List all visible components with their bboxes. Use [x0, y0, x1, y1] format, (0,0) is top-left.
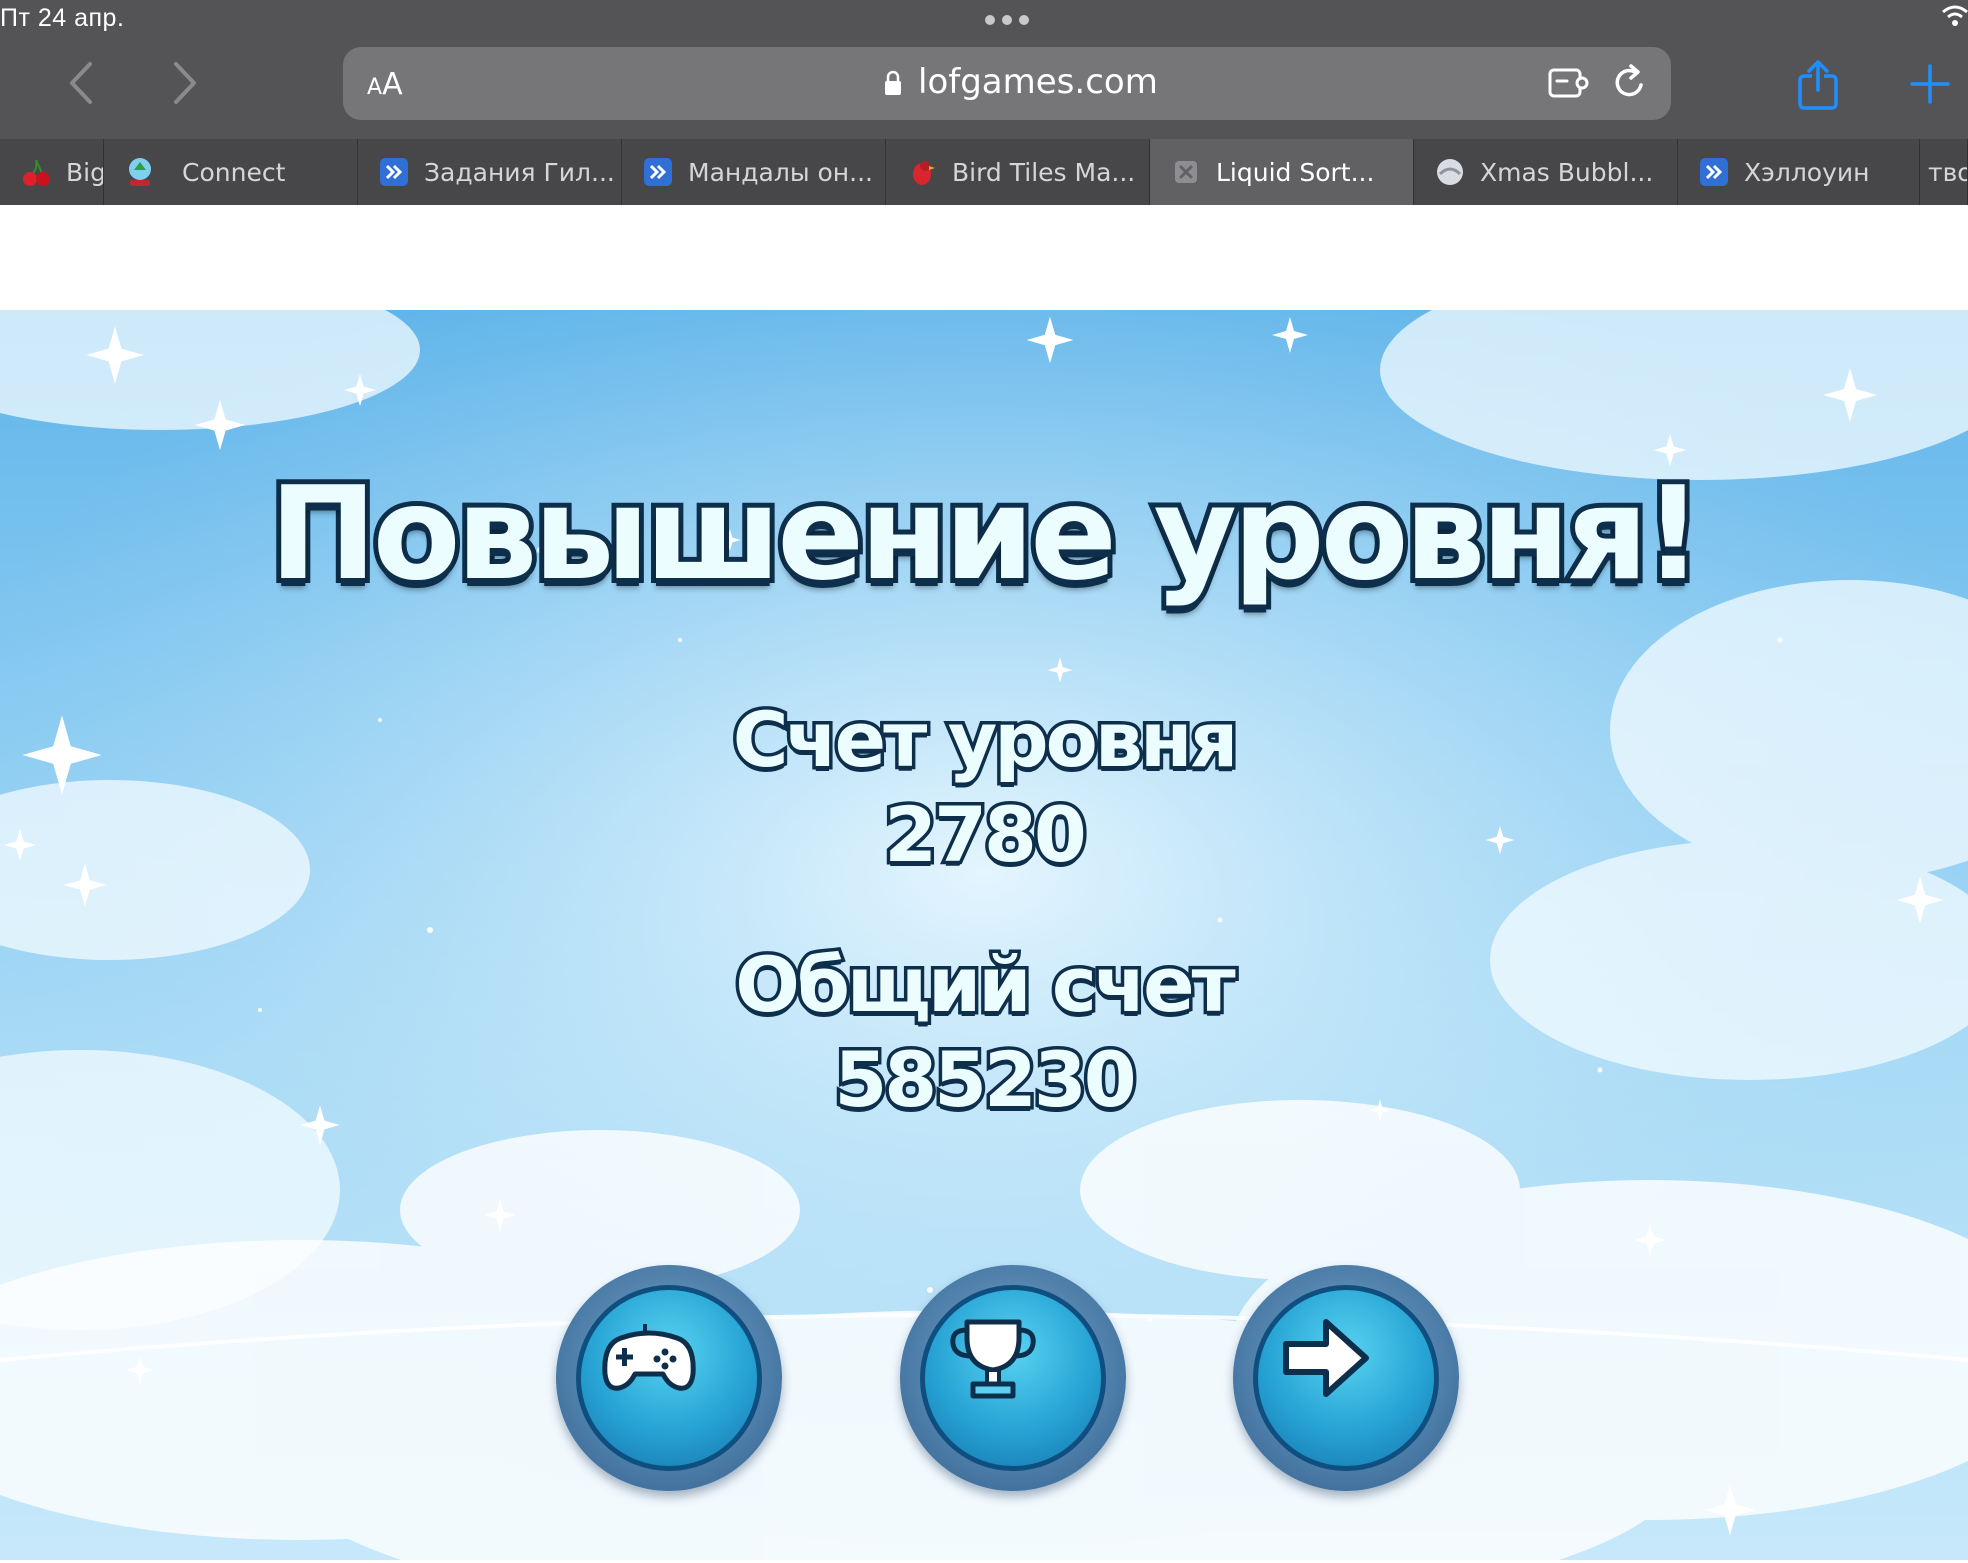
page-top-margin	[0, 205, 1968, 310]
arrow-right-icon	[1283, 1319, 1369, 1397]
browser-toolbar: Пт 24 апр. AA lofgames.com	[0, 0, 1968, 139]
tab-label: Liquid Sort...	[1216, 157, 1375, 187]
tab-overflow[interactable]: тво	[1920, 139, 1968, 205]
game-tile-icon	[644, 158, 672, 186]
tab-label: Задания Гил...	[424, 157, 615, 187]
level-score-value: 2780	[881, 787, 1091, 883]
reader-big-a: A	[382, 67, 403, 102]
tab-halloween[interactable]: Хэллоуин	[1678, 139, 1920, 205]
game-tile-icon	[380, 158, 408, 186]
reader-small-a: A	[367, 75, 383, 100]
bird-icon	[913, 161, 935, 185]
tab-liquid-sort[interactable]: Liquid Sort...	[1150, 139, 1414, 205]
bubble-icon	[1437, 159, 1463, 185]
tab-mandaly[interactable]: Мандалы он...	[622, 139, 886, 205]
tab-label: Xmas Bubbl...	[1480, 157, 1654, 187]
tab-connect[interactable]: Connect	[104, 139, 358, 205]
snowglobe-icon	[129, 158, 151, 186]
total-score-value: 585230	[831, 1032, 1140, 1128]
forward-icon[interactable]	[164, 58, 204, 108]
tab-xmas-bubble[interactable]: Xmas Bubbl...	[1414, 139, 1678, 205]
extension-icon[interactable]	[1547, 65, 1589, 101]
status-time: Пт 24 апр.	[0, 4, 125, 32]
tab-big[interactable]: Big	[0, 139, 104, 205]
leaderboard-button[interactable]	[900, 1265, 1126, 1491]
next-level-button[interactable]	[1233, 1265, 1459, 1491]
close-icon[interactable]	[1170, 156, 1202, 188]
reload-icon[interactable]	[1611, 63, 1649, 103]
wifi-icon	[1942, 5, 1968, 26]
tab-zadaniya[interactable]: Задания Гил...	[358, 139, 622, 205]
back-icon[interactable]	[62, 58, 102, 108]
new-tab-icon[interactable]	[1910, 64, 1950, 104]
gamepad-icon	[602, 1324, 696, 1391]
address-bar[interactable]: AA lofgames.com	[343, 47, 1671, 120]
tab-label: Connect	[182, 157, 286, 187]
tab-bar: Big Connect Задания Гил... Мандалы он...…	[0, 139, 1968, 205]
tab-label: Big	[66, 157, 103, 187]
trophy-icon	[950, 1319, 1036, 1399]
level-up-title: Повышение уровня!	[264, 455, 1707, 614]
reader-options-button[interactable]: AA	[367, 67, 403, 102]
lock-icon	[885, 70, 901, 95]
tab-label: Хэллоуин	[1744, 157, 1870, 187]
cherry-icon	[23, 159, 50, 186]
total-score-label: Общий счет	[732, 937, 1239, 1033]
game-tile-icon	[1700, 158, 1728, 186]
play-more-button[interactable]	[556, 1265, 782, 1491]
url-text: lofgames.com	[918, 62, 1158, 102]
level-score-label: Счет уровня	[729, 692, 1242, 788]
share-icon[interactable]	[1796, 60, 1840, 110]
tab-bird-tiles[interactable]: Bird Tiles Ma...	[886, 139, 1150, 205]
multitask-dots-icon[interactable]	[985, 15, 1029, 25]
game-canvas[interactable]: Повышение уровня! Счет уровня 2780 Общий…	[0, 310, 1968, 1560]
tab-label: Bird Tiles Ma...	[952, 157, 1136, 187]
tab-label: Мандалы он...	[688, 157, 873, 187]
tab-label: тво	[1928, 157, 1967, 187]
